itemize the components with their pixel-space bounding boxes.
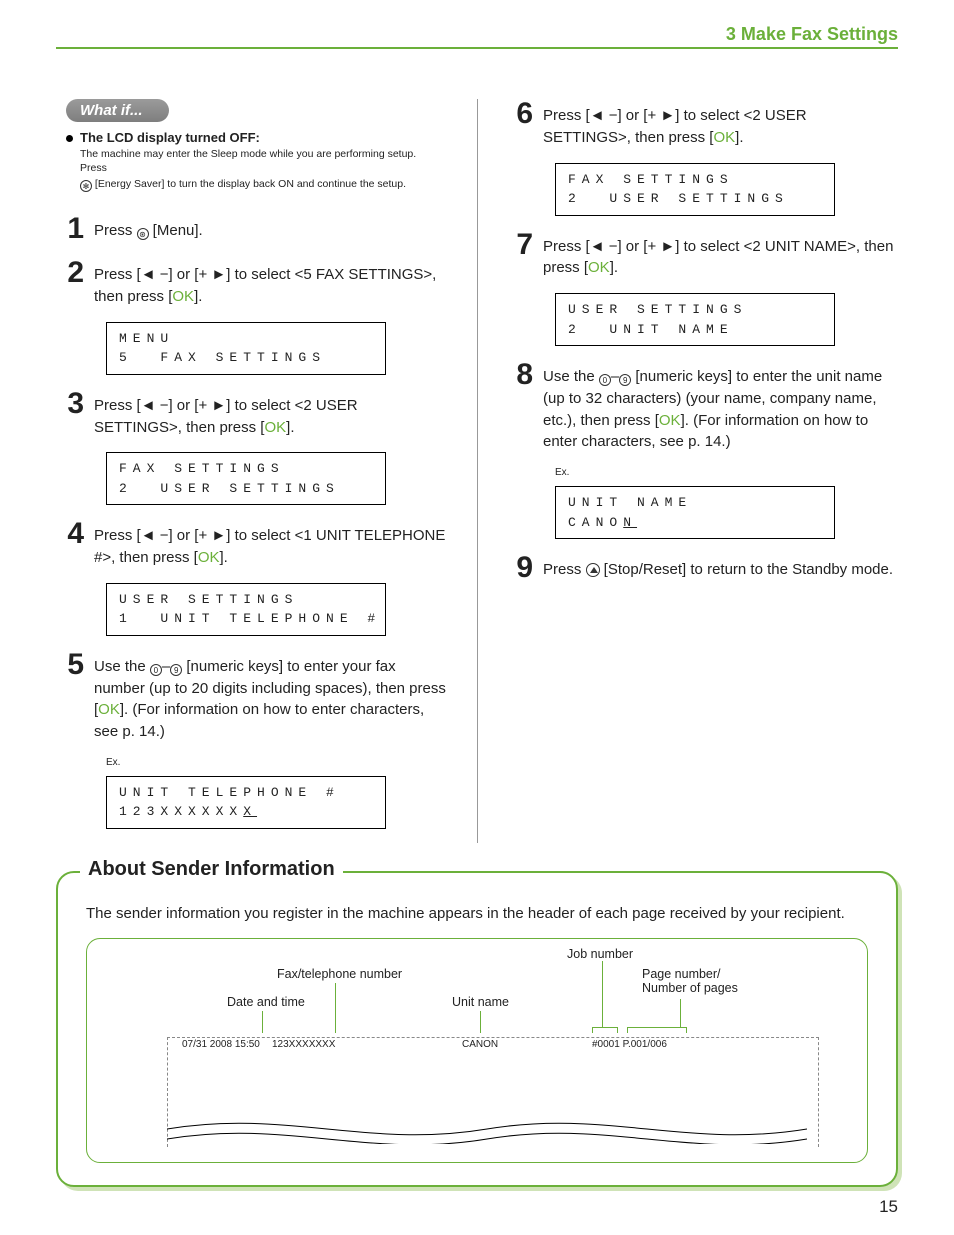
- strip-unit: CANON: [462, 1039, 498, 1050]
- step-6: 6 Press [◄ −] or [+ ►] to select <2 USER…: [505, 99, 898, 149]
- page-number: 15: [879, 1197, 898, 1217]
- step-5: 5 Use the 0–9 [numeric keys] to enter yo…: [56, 650, 449, 743]
- sender-diagram: Job number Fax/telephone number Page num…: [86, 938, 868, 1163]
- lcd-display: FAX SETTINGS 2 USER SETTINGS: [106, 452, 386, 505]
- label-unitname: Unit name: [452, 995, 509, 1009]
- label-fax-tel: Fax/telephone number: [277, 967, 402, 981]
- ok-label: OK: [659, 412, 681, 429]
- ok-label: OK: [713, 129, 735, 146]
- example-label: Ex.: [106, 757, 449, 768]
- lcd-display: USER SETTINGS 1 UNIT TELEPHONE #: [106, 583, 386, 636]
- step-body: Press [◄ −] or [+ ►] to select <2 USER S…: [94, 389, 449, 439]
- whatif-line1: The machine may enter the Sleep mode whi…: [80, 147, 443, 175]
- strip-job-page: #0001 P.001/006: [592, 1039, 667, 1050]
- about-intro: The sender information you register in t…: [86, 903, 868, 924]
- step-number: 2: [56, 258, 84, 288]
- step-9: 9 Press [Stop/Reset] to return to the St…: [505, 553, 898, 583]
- bracket: [592, 1027, 618, 1033]
- numkey-0-icon: 0: [150, 664, 162, 676]
- step-1: 1 Press ⊛ [Menu].: [56, 214, 449, 244]
- pointer-line: [602, 961, 603, 1027]
- lcd-display: UNIT NAME CANON: [555, 486, 835, 539]
- step-8: 8 Use the 0–9 [numeric keys] to enter th…: [505, 360, 898, 453]
- label-job-number: Job number: [567, 947, 633, 961]
- step-number: 8: [505, 360, 533, 390]
- ok-label: OK: [172, 288, 194, 305]
- about-title: About Sender Information: [80, 858, 343, 881]
- step-body: Press [◄ −] or [+ ►] to select <2 USER S…: [543, 99, 898, 149]
- lcd-display: FAX SETTINGS 2 USER SETTINGS: [555, 163, 835, 216]
- step-number: 3: [56, 389, 84, 419]
- pointer-line: [480, 1011, 481, 1033]
- step-number: 7: [505, 230, 533, 260]
- page-wave: [167, 1114, 807, 1144]
- step-body: Press [◄ −] or [+ ►] to select <5 FAX SE…: [94, 258, 449, 308]
- step-body: Press [Stop/Reset] to return to the Stan…: [543, 553, 898, 581]
- section-header: 3 Make Fax Settings: [56, 24, 898, 49]
- numkey-9-icon: 9: [170, 664, 182, 676]
- step-number: 1: [56, 214, 84, 244]
- strip-fax: 123XXXXXXX: [272, 1039, 335, 1050]
- step-body: Press ⊛ [Menu].: [94, 214, 449, 242]
- whatif-line2-text: [Energy Saver] to turn the display back …: [92, 178, 406, 190]
- step-4: 4 Press [◄ −] or [+ ►] to select <1 UNIT…: [56, 519, 449, 569]
- whatif-line2: ✻ [Energy Saver] to turn the display bac…: [80, 177, 443, 192]
- whatif-box: The LCD display turned OFF: The machine …: [56, 130, 449, 192]
- page-outline: [818, 1037, 819, 1147]
- step-body: Use the 0–9 [numeric keys] to enter the …: [543, 360, 898, 453]
- label-datetime: Date and time: [227, 995, 305, 1009]
- ok-label: OK: [98, 701, 120, 718]
- lcd-display: UNIT TELEPHONE # 123XXXXXXX: [106, 776, 386, 829]
- ok-label: OK: [264, 419, 286, 436]
- numkey-0-icon: 0: [599, 374, 611, 386]
- pointer-line: [680, 999, 681, 1027]
- step-body: Press [◄ −] or [+ ►] to select <1 UNIT T…: [94, 519, 449, 569]
- numkey-9-icon: 9: [619, 374, 631, 386]
- step-body: Use the 0–9 [numeric keys] to enter your…: [94, 650, 449, 743]
- stop-reset-icon: [586, 563, 600, 577]
- whatif-heading: The LCD display turned OFF:: [80, 130, 443, 145]
- about-sender-box: About Sender Information The sender info…: [56, 871, 898, 1187]
- lcd-display: USER SETTINGS 2 UNIT NAME: [555, 293, 835, 346]
- lcd-display: MENU 5 FAX SETTINGS: [106, 322, 386, 375]
- step-number: 6: [505, 99, 533, 129]
- step-number: 5: [56, 650, 84, 680]
- page-header-line: [167, 1037, 819, 1038]
- step-number: 9: [505, 553, 533, 583]
- energy-saver-icon: ✻: [80, 180, 92, 192]
- pointer-line: [262, 1011, 263, 1033]
- strip-datetime: 07/31 2008 15:50: [182, 1039, 260, 1050]
- step-3: 3 Press [◄ −] or [+ ►] to select <2 USER…: [56, 389, 449, 439]
- menu-icon: ⊛: [137, 228, 149, 240]
- step-body: Press [◄ −] or [+ ►] to select <2 UNIT N…: [543, 230, 898, 280]
- step-number: 4: [56, 519, 84, 549]
- ok-label: OK: [588, 259, 610, 276]
- pointer-line: [335, 983, 336, 1033]
- ok-label: OK: [198, 549, 220, 566]
- label-page-number: Page number/ Number of pages: [642, 967, 738, 995]
- step-2: 2 Press [◄ −] or [+ ►] to select <5 FAX …: [56, 258, 449, 308]
- bracket: [627, 1027, 687, 1033]
- section-title: 3 Make Fax Settings: [56, 24, 898, 45]
- example-label: Ex.: [555, 467, 898, 478]
- whatif-pill: What if...: [66, 99, 169, 122]
- step-7: 7 Press [◄ −] or [+ ►] to select <2 UNIT…: [505, 230, 898, 280]
- column-divider: [477, 99, 478, 843]
